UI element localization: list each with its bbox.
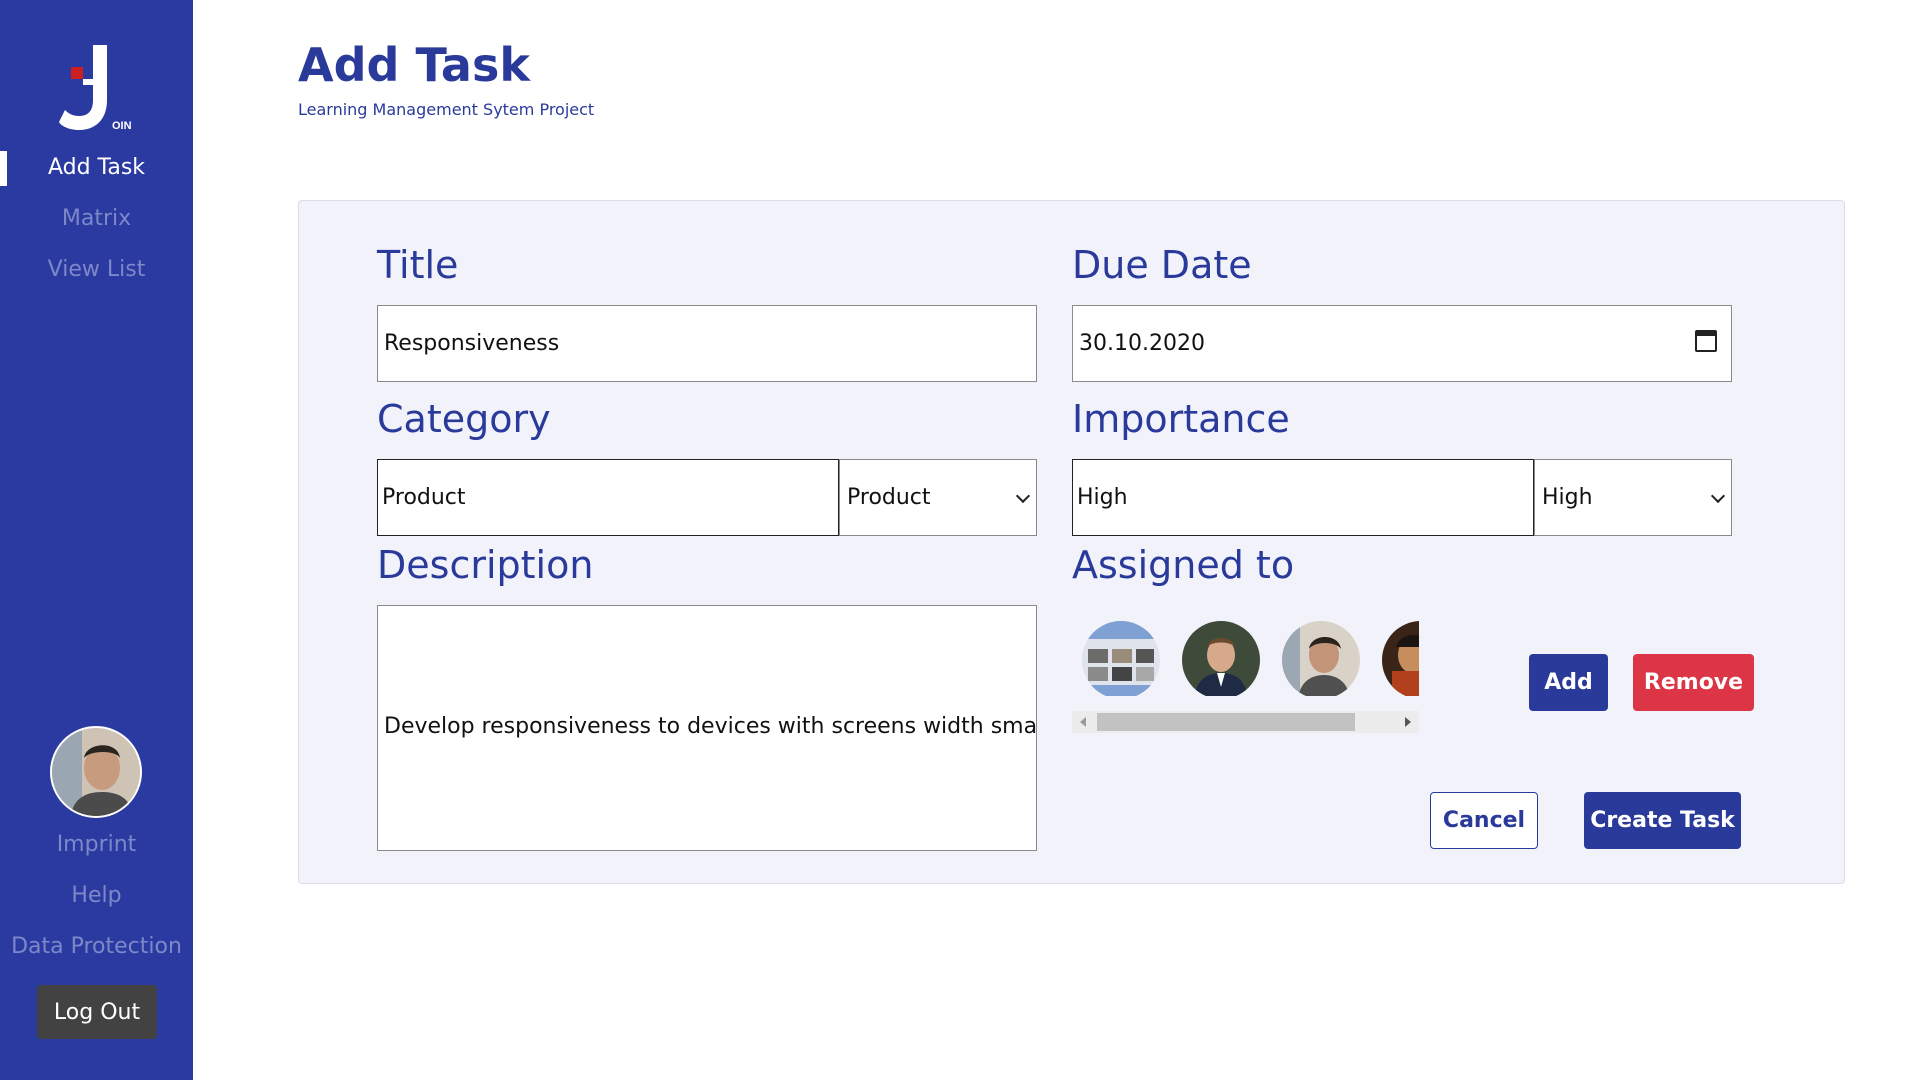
category-selected-value: Product — [847, 485, 931, 510]
cancel-button[interactable]: Cancel — [1430, 792, 1538, 849]
nav-matrix[interactable]: Matrix — [0, 206, 193, 231]
title-input[interactable]: Responsiveness — [377, 305, 1037, 382]
nav-add-task[interactable]: Add Task — [0, 155, 193, 180]
scroll-right-icon[interactable] — [1405, 717, 1411, 727]
join-logo[interactable]: OIN — [55, 40, 155, 140]
category-select[interactable]: Product — [839, 459, 1037, 536]
scroll-left-icon[interactable] — [1080, 717, 1086, 727]
logout-button[interactable]: Log Out — [37, 985, 157, 1039]
nav-data-protection[interactable]: Data Protection — [0, 934, 193, 959]
nav-help[interactable]: Help — [0, 883, 193, 908]
description-textarea[interactable]: Develop responsiveness to devices with s… — [377, 605, 1037, 851]
due-date-label: Due Date — [1072, 243, 1252, 287]
remove-assignee-button[interactable]: Remove — [1633, 654, 1754, 711]
page-title: Add Task — [298, 38, 530, 92]
assignee-avatar[interactable] — [1182, 621, 1260, 696]
assignee-avatar-strip — [1072, 611, 1419, 696]
importance-label: Importance — [1072, 397, 1290, 441]
assignee-scrollbar[interactable] — [1072, 711, 1419, 733]
title-label: Title — [377, 243, 459, 287]
assignee-avatar[interactable] — [1082, 621, 1160, 696]
add-assignee-button[interactable]: Add — [1529, 654, 1608, 711]
chevron-down-icon — [1710, 488, 1726, 503]
page-subtitle: Learning Management Sytem Project — [298, 100, 595, 119]
importance-selected-value: High — [1542, 485, 1593, 510]
assignee-avatar[interactable] — [1382, 621, 1419, 696]
create-task-button[interactable]: Create Task — [1584, 792, 1741, 849]
description-text: Develop responsiveness to devices with s… — [384, 714, 1037, 739]
due-date-input[interactable]: 30.10.2020 — [1072, 305, 1732, 382]
chevron-down-icon — [1015, 488, 1031, 503]
svg-text:OIN: OIN — [112, 120, 132, 132]
sidebar: OIN Add Task Matrix View List Imprint He… — [0, 0, 193, 1080]
calendar-icon[interactable] — [1695, 330, 1717, 352]
task-form-card: Title Responsiveness Due Date 30.10.2020… — [298, 200, 1845, 884]
category-label: Category — [377, 397, 551, 441]
nav-view-list[interactable]: View List — [0, 257, 193, 282]
importance-input[interactable]: High — [1072, 459, 1534, 536]
assignee-avatar[interactable] — [1282, 621, 1360, 696]
importance-select[interactable]: High — [1534, 459, 1732, 536]
nav-imprint[interactable]: Imprint — [0, 832, 193, 857]
category-input[interactable]: Product — [377, 459, 839, 536]
scrollbar-thumb[interactable] — [1097, 713, 1355, 731]
description-label: Description — [377, 543, 594, 587]
user-avatar[interactable] — [50, 726, 142, 818]
due-date-value: 30.10.2020 — [1079, 331, 1205, 356]
assigned-to-label: Assigned to — [1072, 543, 1295, 587]
